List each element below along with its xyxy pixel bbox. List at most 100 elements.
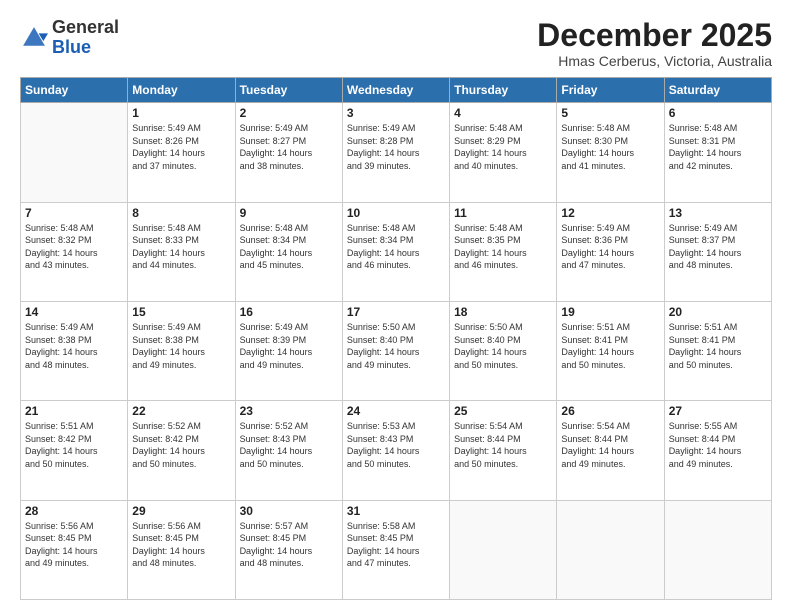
day-number: 1 [132, 106, 230, 120]
day-number: 31 [347, 504, 445, 518]
day-number: 12 [561, 206, 659, 220]
calendar-subtitle: Hmas Cerberus, Victoria, Australia [537, 53, 772, 69]
day-number: 18 [454, 305, 552, 319]
calendar-cell: 17 Sunrise: 5:50 AMSunset: 8:40 PMDayligh… [342, 301, 449, 400]
day-info: Sunrise: 5:48 AMSunset: 8:31 PMDaylight:… [669, 122, 767, 172]
day-number: 7 [25, 206, 123, 220]
day-number: 9 [240, 206, 338, 220]
calendar-cell: 30Sunrise: 5:57 AMSunset: 8:45 PMDayligh… [235, 500, 342, 599]
day-number: 27 [669, 404, 767, 418]
calendar-cell: 9 Sunrise: 5:48 AMSunset: 8:34 PMDaylight… [235, 202, 342, 301]
calendar-cell [664, 500, 771, 599]
calendar-week-3: 14 Sunrise: 5:49 AMSunset: 8:38 PMDayligh… [21, 301, 772, 400]
day-number: 14 [25, 305, 123, 319]
day-info: Sunrise: 5:48 AMSunset: 8:34 PMDaylight:… [347, 222, 445, 272]
day-number: 2 [240, 106, 338, 120]
day-info: Sunrise: 5:49 AMSunset: 8:27 PMDaylight:… [240, 122, 338, 172]
calendar-cell: 19 Sunrise: 5:51 AMSunset: 8:41 PMDayligh… [557, 301, 664, 400]
day-info: Sunrise: 5:56 AMSunset: 8:45 PMDaylight:… [25, 520, 123, 570]
header-saturday: Saturday [664, 78, 771, 103]
header-tuesday: Tuesday [235, 78, 342, 103]
header-friday: Friday [557, 78, 664, 103]
header-monday: Monday [128, 78, 235, 103]
calendar-table: SundayMondayTuesdayWednesdayThursdayFrid… [20, 77, 772, 600]
day-info: Sunrise: 5:48 AMSunset: 8:32 PMDaylight:… [25, 222, 123, 272]
day-info: Sunrise: 5:49 AMSunset: 8:39 PMDaylight:… [240, 321, 338, 371]
calendar-cell [21, 103, 128, 202]
calendar-cell: 4 Sunrise: 5:48 AMSunset: 8:29 PMDaylight… [450, 103, 557, 202]
day-info: Sunrise: 5:49 AMSunset: 8:38 PMDaylight:… [132, 321, 230, 371]
day-info: Sunrise: 5:54 AMSunset: 8:44 PMDaylight:… [561, 420, 659, 470]
calendar-cell: 23 Sunrise: 5:52 AMSunset: 8:43 PMDayligh… [235, 401, 342, 500]
day-info: Sunrise: 5:52 AMSunset: 8:42 PMDaylight:… [132, 420, 230, 470]
calendar-cell: 8 Sunrise: 5:48 AMSunset: 8:33 PMDaylight… [128, 202, 235, 301]
calendar-cell: 28Sunrise: 5:56 AMSunset: 8:45 PMDayligh… [21, 500, 128, 599]
calendar-cell: 6Sunrise: 5:48 AMSunset: 8:31 PMDaylight… [664, 103, 771, 202]
calendar-week-2: 7 Sunrise: 5:48 AMSunset: 8:32 PMDaylight… [21, 202, 772, 301]
calendar-cell: 2 Sunrise: 5:49 AMSunset: 8:27 PMDaylight… [235, 103, 342, 202]
header: General Blue December 2025 Hmas Cerberus… [20, 18, 772, 69]
calendar-cell: 10 Sunrise: 5:48 AMSunset: 8:34 PMDayligh… [342, 202, 449, 301]
title-block: December 2025 Hmas Cerberus, Victoria, A… [537, 18, 772, 69]
day-number: 29 [132, 504, 230, 518]
header-wednesday: Wednesday [342, 78, 449, 103]
calendar-cell [450, 500, 557, 599]
day-info: Sunrise: 5:48 AMSunset: 8:33 PMDaylight:… [132, 222, 230, 272]
day-number: 23 [240, 404, 338, 418]
day-info: Sunrise: 5:56 AMSunset: 8:45 PMDaylight:… [132, 520, 230, 570]
header-sunday: Sunday [21, 78, 128, 103]
day-number: 20 [669, 305, 767, 319]
day-number: 8 [132, 206, 230, 220]
logo-blue: Blue [52, 37, 91, 57]
day-number: 11 [454, 206, 552, 220]
day-info: Sunrise: 5:55 AMSunset: 8:44 PMDaylight:… [669, 420, 767, 470]
day-info: Sunrise: 5:48 AMSunset: 8:34 PMDaylight:… [240, 222, 338, 272]
day-number: 25 [454, 404, 552, 418]
logo-icon [20, 24, 48, 52]
calendar-cell [557, 500, 664, 599]
calendar-header-row: SundayMondayTuesdayWednesdayThursdayFrid… [21, 78, 772, 103]
day-number: 26 [561, 404, 659, 418]
day-info: Sunrise: 5:53 AMSunset: 8:43 PMDaylight:… [347, 420, 445, 470]
day-info: Sunrise: 5:54 AMSunset: 8:44 PMDaylight:… [454, 420, 552, 470]
calendar-cell: 7 Sunrise: 5:48 AMSunset: 8:32 PMDaylight… [21, 202, 128, 301]
day-info: Sunrise: 5:50 AMSunset: 8:40 PMDaylight:… [454, 321, 552, 371]
day-info: Sunrise: 5:49 AMSunset: 8:38 PMDaylight:… [25, 321, 123, 371]
day-number: 19 [561, 305, 659, 319]
day-info: Sunrise: 5:52 AMSunset: 8:43 PMDaylight:… [240, 420, 338, 470]
day-info: Sunrise: 5:48 AMSunset: 8:30 PMDaylight:… [561, 122, 659, 172]
day-number: 4 [454, 106, 552, 120]
calendar-week-5: 28Sunrise: 5:56 AMSunset: 8:45 PMDayligh… [21, 500, 772, 599]
logo: General Blue [20, 18, 119, 58]
calendar-cell: 1 Sunrise: 5:49 AMSunset: 8:26 PMDaylight… [128, 103, 235, 202]
calendar-cell: 15Sunrise: 5:49 AMSunset: 8:38 PMDayligh… [128, 301, 235, 400]
day-number: 22 [132, 404, 230, 418]
calendar-cell: 31Sunrise: 5:58 AMSunset: 8:45 PMDayligh… [342, 500, 449, 599]
calendar-cell: 13Sunrise: 5:49 AMSunset: 8:37 PMDayligh… [664, 202, 771, 301]
day-info: Sunrise: 5:50 AMSunset: 8:40 PMDaylight:… [347, 321, 445, 371]
day-number: 21 [25, 404, 123, 418]
day-info: Sunrise: 5:48 AMSunset: 8:35 PMDaylight:… [454, 222, 552, 272]
calendar-cell: 26 Sunrise: 5:54 AMSunset: 8:44 PMDayligh… [557, 401, 664, 500]
day-number: 16 [240, 305, 338, 319]
calendar-cell: 16 Sunrise: 5:49 AMSunset: 8:39 PMDayligh… [235, 301, 342, 400]
day-info: Sunrise: 5:51 AMSunset: 8:41 PMDaylight:… [669, 321, 767, 371]
day-number: 5 [561, 106, 659, 120]
day-number: 13 [669, 206, 767, 220]
calendar-cell: 24Sunrise: 5:53 AMSunset: 8:43 PMDayligh… [342, 401, 449, 500]
calendar-title: December 2025 [537, 18, 772, 53]
calendar-cell: 20 Sunrise: 5:51 AMSunset: 8:41 PMDayligh… [664, 301, 771, 400]
day-info: Sunrise: 5:57 AMSunset: 8:45 PMDaylight:… [240, 520, 338, 570]
day-info: Sunrise: 5:49 AMSunset: 8:28 PMDaylight:… [347, 122, 445, 172]
day-info: Sunrise: 5:48 AMSunset: 8:29 PMDaylight:… [454, 122, 552, 172]
day-number: 17 [347, 305, 445, 319]
day-number: 10 [347, 206, 445, 220]
logo-general: General [52, 17, 119, 37]
calendar-week-4: 21Sunrise: 5:51 AMSunset: 8:42 PMDayligh… [21, 401, 772, 500]
calendar-cell: 14 Sunrise: 5:49 AMSunset: 8:38 PMDayligh… [21, 301, 128, 400]
day-info: Sunrise: 5:49 AMSunset: 8:36 PMDaylight:… [561, 222, 659, 272]
day-info: Sunrise: 5:49 AMSunset: 8:26 PMDaylight:… [132, 122, 230, 172]
calendar-cell: 22 Sunrise: 5:52 AMSunset: 8:42 PMDayligh… [128, 401, 235, 500]
day-info: Sunrise: 5:51 AMSunset: 8:41 PMDaylight:… [561, 321, 659, 371]
calendar-cell: 12 Sunrise: 5:49 AMSunset: 8:36 PMDayligh… [557, 202, 664, 301]
